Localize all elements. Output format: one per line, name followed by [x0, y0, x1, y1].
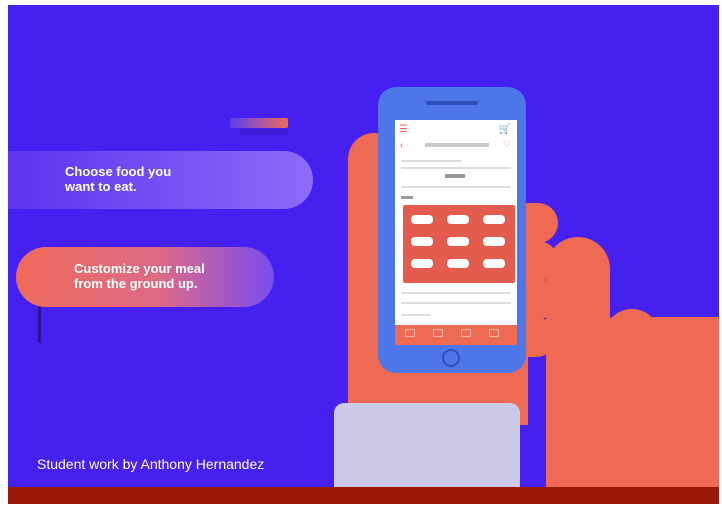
option-chip [483, 237, 505, 246]
illustration: Choose food you want to eat. Customize y… [8, 5, 719, 487]
decorative-bar [230, 118, 288, 128]
option-chip [447, 237, 469, 246]
option-chip [411, 237, 433, 246]
tab-icon [489, 329, 499, 337]
tagline-customize-meal: Customize your meal from the ground up. [74, 261, 205, 291]
cart-icon: 🛒 [498, 124, 511, 135]
option-chip [411, 259, 433, 268]
student-credit: Student work by Anthony Hernandez [37, 456, 265, 472]
screen-price-placeholder [445, 174, 465, 178]
smartphone: ☰ 🛒 ‹ ♡ [378, 87, 526, 373]
screen-text-placeholder [401, 314, 431, 316]
back-arrow-icon: ‹ [400, 140, 404, 151]
option-chip [447, 259, 469, 268]
hamburger-icon: ☰ [399, 124, 408, 135]
screen-title-placeholder [425, 143, 489, 147]
phone-home-button [442, 349, 460, 367]
decorative-bar-shadow [240, 129, 288, 135]
phone-screen: ☰ 🛒 ‹ ♡ [395, 120, 517, 345]
option-chip [447, 215, 469, 224]
pointing-hand-knuckle [604, 309, 660, 389]
tab-icon [433, 329, 443, 337]
sleeve-cuff [334, 403, 520, 487]
tab-icon [405, 329, 415, 337]
pointing-hand-knuckle [656, 323, 712, 393]
favorite-icon: ♡ [502, 139, 511, 149]
options-panel [403, 205, 515, 283]
tab-icon [461, 329, 471, 337]
tagline-pill-choose-food: Choose food you want to eat. [8, 151, 313, 209]
screen-text-placeholder [401, 160, 461, 162]
screen-divider [401, 186, 511, 188]
screen-tab-bar [395, 325, 517, 345]
screen-section-placeholder [401, 196, 413, 199]
screen-divider [401, 167, 511, 169]
option-chip [483, 259, 505, 268]
option-chip [411, 215, 433, 224]
pointing-finger [546, 237, 610, 487]
option-chip [483, 215, 505, 224]
tagline-choose-food: Choose food you want to eat. [65, 164, 172, 194]
phone-speaker [426, 101, 478, 105]
tagline-pill-customize-meal: Customize your meal from the ground up. [16, 247, 274, 307]
screen-divider [401, 292, 511, 294]
screen-divider [401, 302, 511, 304]
footer-bar [8, 487, 719, 504]
